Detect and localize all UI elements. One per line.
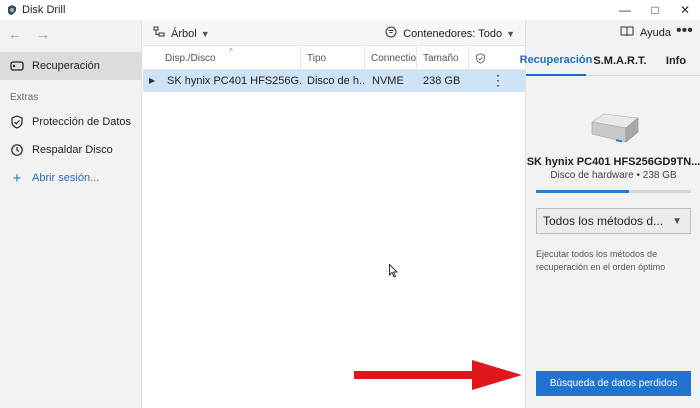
shield-check-icon	[476, 52, 485, 64]
back-arrow-icon[interactable]: ←	[8, 26, 22, 42]
table-row[interactable]: ▶ SK hynix PC401 HFS256G... Disco de h..…	[143, 70, 525, 92]
more-options-icon[interactable]: •••	[676, 22, 693, 40]
column-header-type[interactable]: Tipo	[301, 46, 365, 70]
selected-disk-info: Disco de hardware • 238 GB	[550, 170, 677, 181]
login-link[interactable]: + Abrir sesión...	[0, 164, 142, 192]
nav-row: ← →	[0, 20, 142, 48]
window-title: Disk Drill	[22, 4, 66, 16]
plus-icon: +	[12, 169, 22, 187]
disk-type-cell: Disco de h...	[307, 75, 365, 87]
table-header: Disp./Disco ^ Tipo Connectio... Tamaño	[143, 46, 525, 70]
hard-drive-icon	[591, 113, 639, 143]
tab-recuperacion[interactable]: Recuperación	[520, 46, 592, 76]
title-bar: Disk Drill — □ ✕	[0, 0, 700, 20]
login-label: Abrir sesión...	[32, 172, 100, 184]
book-icon	[620, 26, 634, 40]
tree-view-label: Árbol	[171, 27, 197, 40]
column-label: Connectio...	[371, 52, 417, 64]
right-toolbar: Ayuda •••	[526, 20, 700, 46]
column-header-size[interactable]: Tamaño	[417, 46, 469, 70]
selected-disk-name: SK hynix PC401 HFS256GD9TN...	[526, 156, 700, 168]
containers-filter[interactable]: Contenedores: Todo ▼	[385, 26, 515, 41]
row-menu-icon[interactable]: ⋮	[491, 72, 505, 89]
tree-view-icon	[153, 26, 165, 41]
column-label: Tamaño	[423, 52, 459, 64]
recovery-method-value: Todos los métodos d...	[543, 214, 664, 228]
shield-check-icon	[10, 115, 24, 129]
column-label: Tipo	[307, 52, 327, 64]
chevron-down-icon: ▼	[200, 28, 210, 39]
section-extras: Extras	[10, 92, 39, 103]
sidebar-item-label: Respaldar Disco	[32, 144, 113, 156]
tab-info[interactable]: Info	[656, 46, 696, 76]
expand-arrow-icon[interactable]: ▶	[149, 76, 155, 85]
close-button[interactable]: ✕	[670, 0, 700, 20]
minimize-button[interactable]: —	[610, 0, 640, 20]
chevron-down-icon: ▼	[506, 28, 515, 39]
tree-view-button[interactable]: Árbol ▼	[153, 26, 210, 41]
sidebar-item-respaldar[interactable]: Respaldar Disco	[0, 136, 142, 164]
red-arrow-annotation	[354, 360, 522, 390]
recovery-icon	[10, 59, 24, 73]
mouse-cursor-icon	[389, 264, 398, 278]
disk-drill-logo-icon	[8, 5, 16, 15]
tab-smart[interactable]: S.M.A.R.T.	[588, 46, 652, 76]
sidebar-item-label: Protección de Datos	[32, 116, 132, 128]
main-toolbar: Árbol ▼ Contenedores: Todo ▼	[143, 20, 525, 46]
help-button[interactable]: Ayuda	[620, 26, 671, 40]
maximize-button[interactable]: □	[640, 0, 670, 20]
disk-table: Disp./Disco ^ Tipo Connectio... Tamaño ▶…	[143, 46, 525, 408]
help-label: Ayuda	[640, 27, 671, 39]
backup-clock-icon	[10, 143, 24, 157]
sidebar-item-label: Recuperación	[32, 60, 100, 72]
right-panel: Ayuda ••• Recuperación S.M.A.R.T. Info S…	[520, 20, 700, 408]
forward-arrow-icon[interactable]: →	[36, 26, 50, 42]
disk-name: SK hynix PC401 HFS256G...	[167, 75, 301, 87]
disk-usage-fill	[536, 190, 629, 193]
disk-size-cell: 238 GB	[423, 75, 461, 87]
column-header-protection[interactable]	[469, 46, 499, 70]
sort-ascending-icon: ^	[229, 47, 233, 56]
recovery-method-select[interactable]: Todos los métodos d... ▼	[536, 208, 691, 234]
filter-icon	[385, 26, 397, 41]
column-header-connection[interactable]: Connectio...	[365, 46, 417, 70]
sidebar-item-proteccion[interactable]: Protección de Datos	[0, 108, 142, 136]
column-label: Disp./Disco	[165, 52, 216, 64]
method-description: Ejecutar todos los métodos de recuperaci…	[536, 249, 666, 272]
sidebar: ← → Recuperación Extras Protección de Da…	[0, 20, 142, 408]
disk-usage-bar	[536, 190, 691, 193]
right-tabs: Recuperación S.M.A.R.T. Info	[520, 46, 700, 76]
filter-label: Contenedores: Todo	[403, 27, 503, 40]
sidebar-item-recuperacion[interactable]: Recuperación	[0, 52, 142, 80]
chevron-down-icon: ▼	[672, 216, 682, 227]
disk-name-cell: SK hynix PC401 HFS256G...	[163, 70, 301, 92]
search-lost-data-button[interactable]: Búsqueda de datos perdidos	[536, 371, 691, 396]
disk-connection-cell: NVME	[372, 75, 404, 87]
